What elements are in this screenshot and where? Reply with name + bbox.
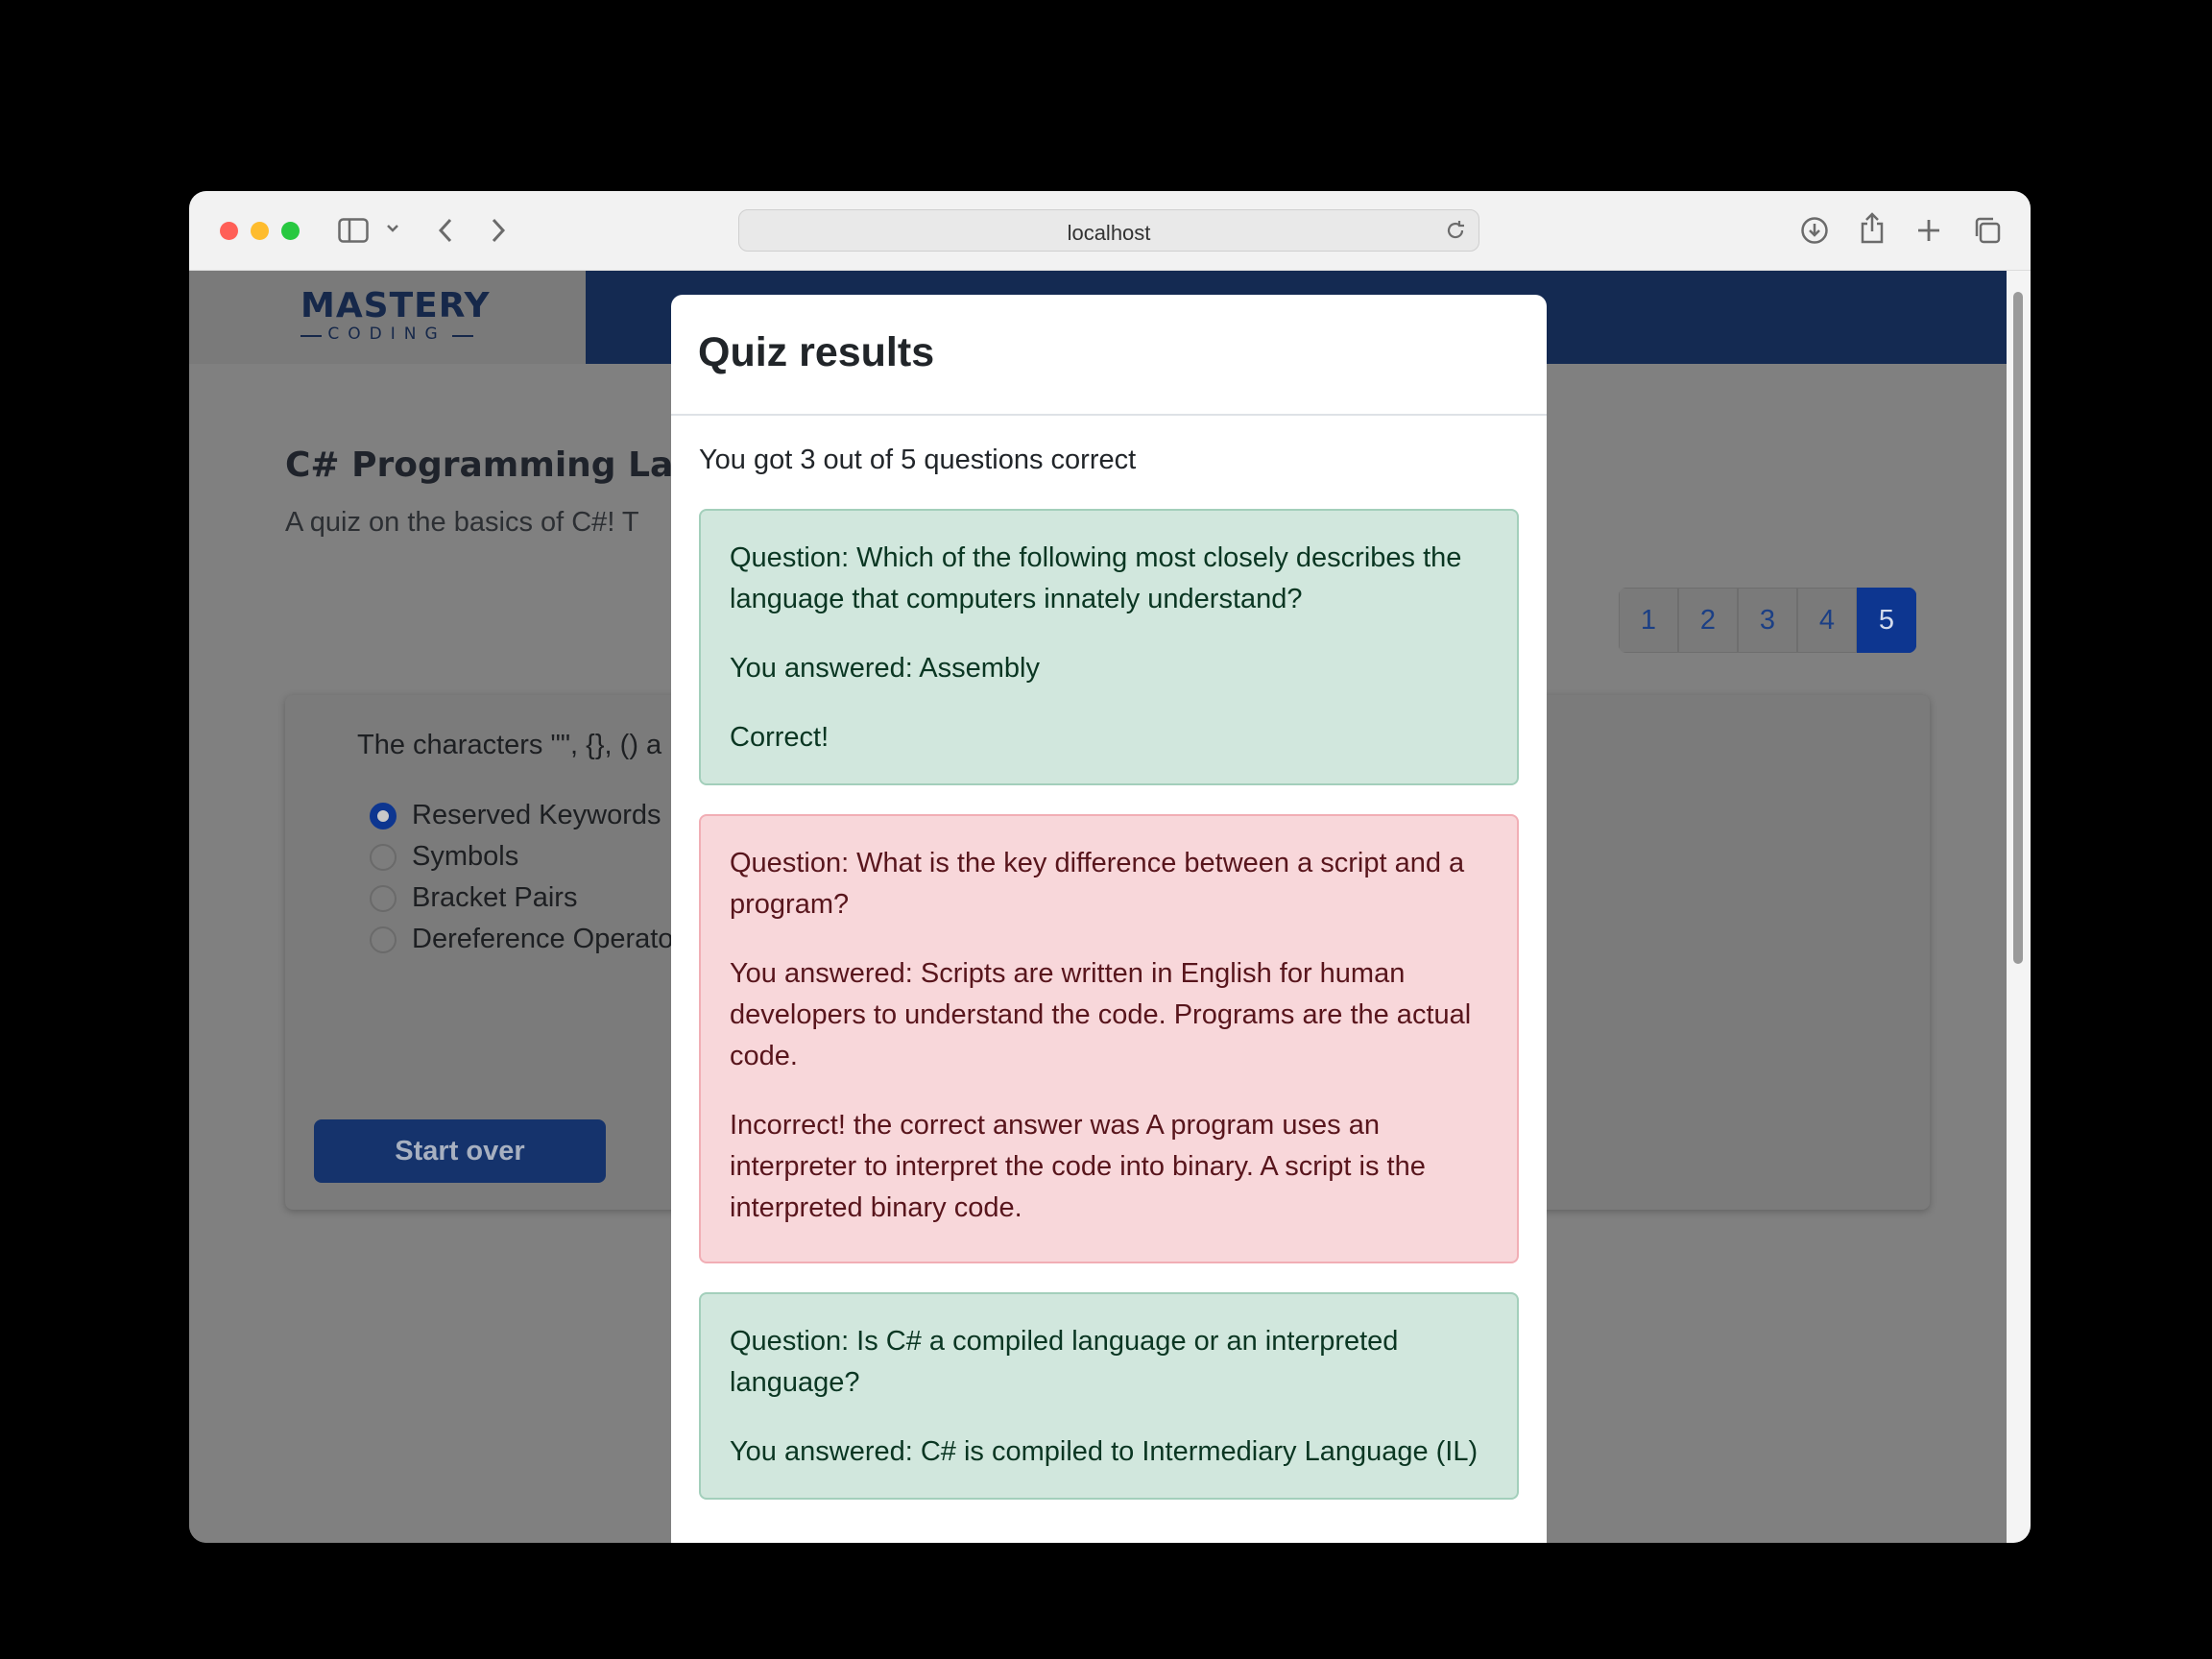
forward-arrow-icon[interactable] xyxy=(490,218,507,243)
radio-button[interactable] xyxy=(370,843,397,871)
logo-main-text: MASTERY xyxy=(301,286,491,325)
quiz-subtitle: A quiz on the basics of C#! T xyxy=(285,507,639,538)
result-answer: You answered: Scripts are written in Eng… xyxy=(730,958,1472,1071)
score-summary: You got 3 out of 5 questions correct xyxy=(699,445,1137,475)
start-over-button[interactable]: Start over xyxy=(314,1119,606,1183)
page-button-5[interactable]: 5 xyxy=(1857,588,1916,653)
zoom-window-button[interactable] xyxy=(281,222,300,240)
browser-window: localhost MASTERY CODING C# Programming … xyxy=(189,191,2031,1543)
result-card-correct: Question: Is C# a compiled language or a… xyxy=(699,1292,1519,1500)
quiz-title: C# Programming Lan xyxy=(285,445,698,485)
tab-overview-icon[interactable] xyxy=(1973,216,2002,245)
reload-icon[interactable] xyxy=(1444,219,1467,247)
chevron-down-icon[interactable] xyxy=(386,224,399,233)
address-bar[interactable]: localhost xyxy=(738,209,1479,252)
modal-title: Quiz results xyxy=(698,329,935,375)
close-window-button[interactable] xyxy=(220,222,238,240)
radio-button[interactable] xyxy=(370,926,397,953)
result-verdict: Incorrect! the correct answer was A prog… xyxy=(730,1110,1426,1223)
radio-button-selected[interactable] xyxy=(370,802,397,830)
scrollbar-thumb[interactable] xyxy=(2013,292,2023,964)
download-icon[interactable] xyxy=(1800,216,1829,245)
result-answer: You answered: Assembly xyxy=(730,653,1040,684)
page-scrollbar[interactable] xyxy=(2007,271,2031,1543)
result-answer: You answered: C# is compiled to Intermed… xyxy=(730,1436,1479,1467)
page-button-4[interactable]: 4 xyxy=(1797,588,1857,653)
radio-button[interactable] xyxy=(370,884,397,912)
new-tab-icon[interactable] xyxy=(1915,217,1942,244)
answer-option[interactable]: Symbols xyxy=(370,836,673,878)
question-text: The characters "", {}, () a xyxy=(357,730,662,760)
page-button-2[interactable]: 2 xyxy=(1678,588,1738,653)
share-icon[interactable] xyxy=(1860,212,1885,245)
site-logo[interactable]: MASTERY CODING xyxy=(189,271,586,364)
result-card-incorrect: Question: What is the key difference bet… xyxy=(699,814,1519,1263)
sidebar-icon[interactable] xyxy=(338,218,369,243)
modal-body: You got 3 out of 5 questions correct Que… xyxy=(671,416,1547,1500)
back-arrow-icon[interactable] xyxy=(437,218,454,243)
browser-toolbar: localhost xyxy=(189,191,2031,271)
result-verdict: Correct! xyxy=(730,722,830,753)
quiz-results-modal: Quiz results You got 3 out of 5 question… xyxy=(671,295,1547,1543)
option-label: Reserved Keywords xyxy=(412,800,661,830)
result-card-correct: Question: Which of the following most cl… xyxy=(699,509,1519,785)
option-label: Symbols xyxy=(412,841,519,872)
result-question: Question: What is the key difference bet… xyxy=(730,848,1465,920)
result-question: Question: Is C# a compiled language or a… xyxy=(730,1326,1399,1398)
url-text: localhost xyxy=(1067,221,1151,245)
minimize-window-button[interactable] xyxy=(251,222,269,240)
page-button-3[interactable]: 3 xyxy=(1738,588,1797,653)
answer-option[interactable]: Dereference Operato xyxy=(370,919,673,960)
modal-header: Quiz results xyxy=(671,295,1547,416)
logo-sub-text: CODING xyxy=(301,325,473,344)
answer-option[interactable]: Bracket Pairs xyxy=(370,878,673,919)
question-pagination: 1 2 3 4 5 xyxy=(1619,588,1916,653)
page-content: MASTERY CODING C# Programming Lan A quiz… xyxy=(189,271,2007,1543)
result-question: Question: Which of the following most cl… xyxy=(730,542,1462,614)
answer-option[interactable]: Reserved Keywords xyxy=(370,795,673,836)
option-label: Bracket Pairs xyxy=(412,882,578,913)
page-button-1[interactable]: 1 xyxy=(1619,588,1678,653)
answer-options: Reserved Keywords Symbols Bracket Pairs … xyxy=(370,795,673,960)
option-label: Dereference Operato xyxy=(412,924,674,954)
